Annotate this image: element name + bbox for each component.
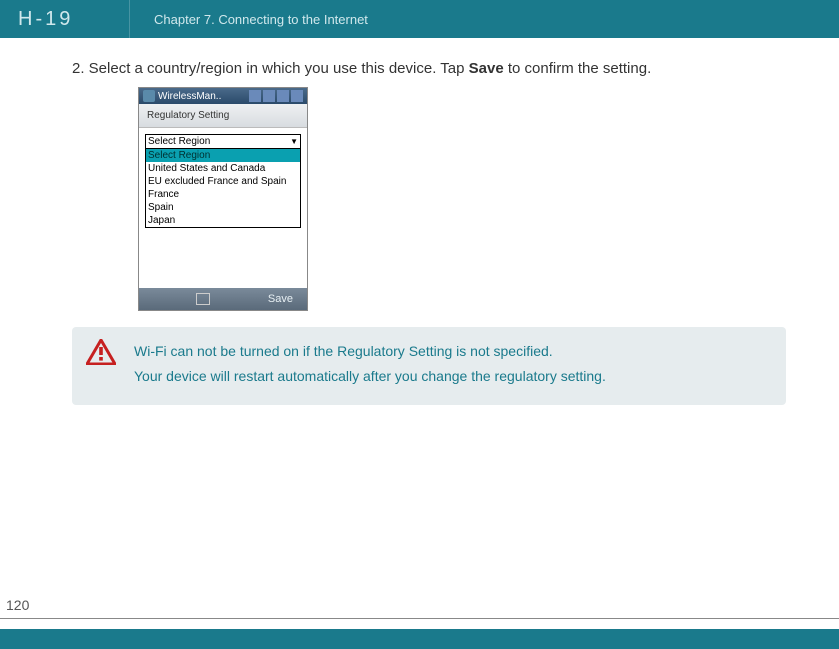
page-header: H-19 Chapter 7. Connecting to the Intern…	[0, 0, 839, 38]
titlebar-status-icons	[249, 90, 303, 102]
note-line-1: Wi-Fi can not be turned on if the Regula…	[134, 339, 766, 364]
status-icon	[291, 90, 303, 102]
region-option[interactable]: EU excluded France and Spain	[146, 175, 300, 188]
step-prefix: 2. Select a country/region in which you …	[72, 60, 469, 77]
region-option[interactable]: Japan	[146, 214, 300, 227]
step-suffix: to confirm the setting.	[504, 60, 652, 77]
region-option[interactable]: Spain	[146, 201, 300, 214]
note-line-2: Your device will restart automatically a…	[134, 364, 766, 389]
region-option[interactable]: United States and Canada	[146, 162, 300, 175]
status-icon	[263, 90, 275, 102]
chapter-title: Chapter 7. Connecting to the Internet	[130, 12, 368, 27]
warning-note: Wi-Fi can not be turned on if the Regula…	[72, 327, 786, 405]
region-option-list: Select Region United States and Canada E…	[145, 149, 301, 228]
logo-box: H-19	[0, 0, 130, 38]
device-titlebar: WirelessMan..	[139, 88, 307, 104]
region-option[interactable]: France	[146, 188, 300, 201]
region-select[interactable]: Select Region ▼	[145, 134, 301, 149]
device-title: WirelessMan..	[158, 91, 221, 102]
footer-divider	[0, 618, 839, 619]
chevron-down-icon: ▼	[290, 137, 298, 146]
embedded-device-screenshot: WirelessMan.. Regulatory Setting Select …	[138, 87, 308, 311]
device-screen-title: Regulatory Setting	[139, 104, 307, 128]
footer-bar	[0, 629, 839, 649]
step-instruction: 2. Select a country/region in which you …	[72, 60, 799, 77]
app-icon	[143, 90, 155, 102]
page-content: 2. Select a country/region in which you …	[0, 38, 839, 405]
device-bottom-bar: Save	[139, 288, 307, 310]
device-screen-body: Select Region ▼ Select Region United Sta…	[139, 128, 307, 288]
keyboard-icon[interactable]	[196, 293, 210, 305]
save-button[interactable]: Save	[268, 293, 293, 305]
warning-icon	[86, 339, 116, 365]
page-number: 120	[6, 597, 29, 613]
logo-text: H-19	[18, 8, 73, 31]
status-icon	[249, 90, 261, 102]
step-bold: Save	[469, 60, 504, 77]
region-select-label: Select Region	[148, 136, 210, 147]
region-option[interactable]: Select Region	[146, 149, 300, 162]
status-icon	[277, 90, 289, 102]
